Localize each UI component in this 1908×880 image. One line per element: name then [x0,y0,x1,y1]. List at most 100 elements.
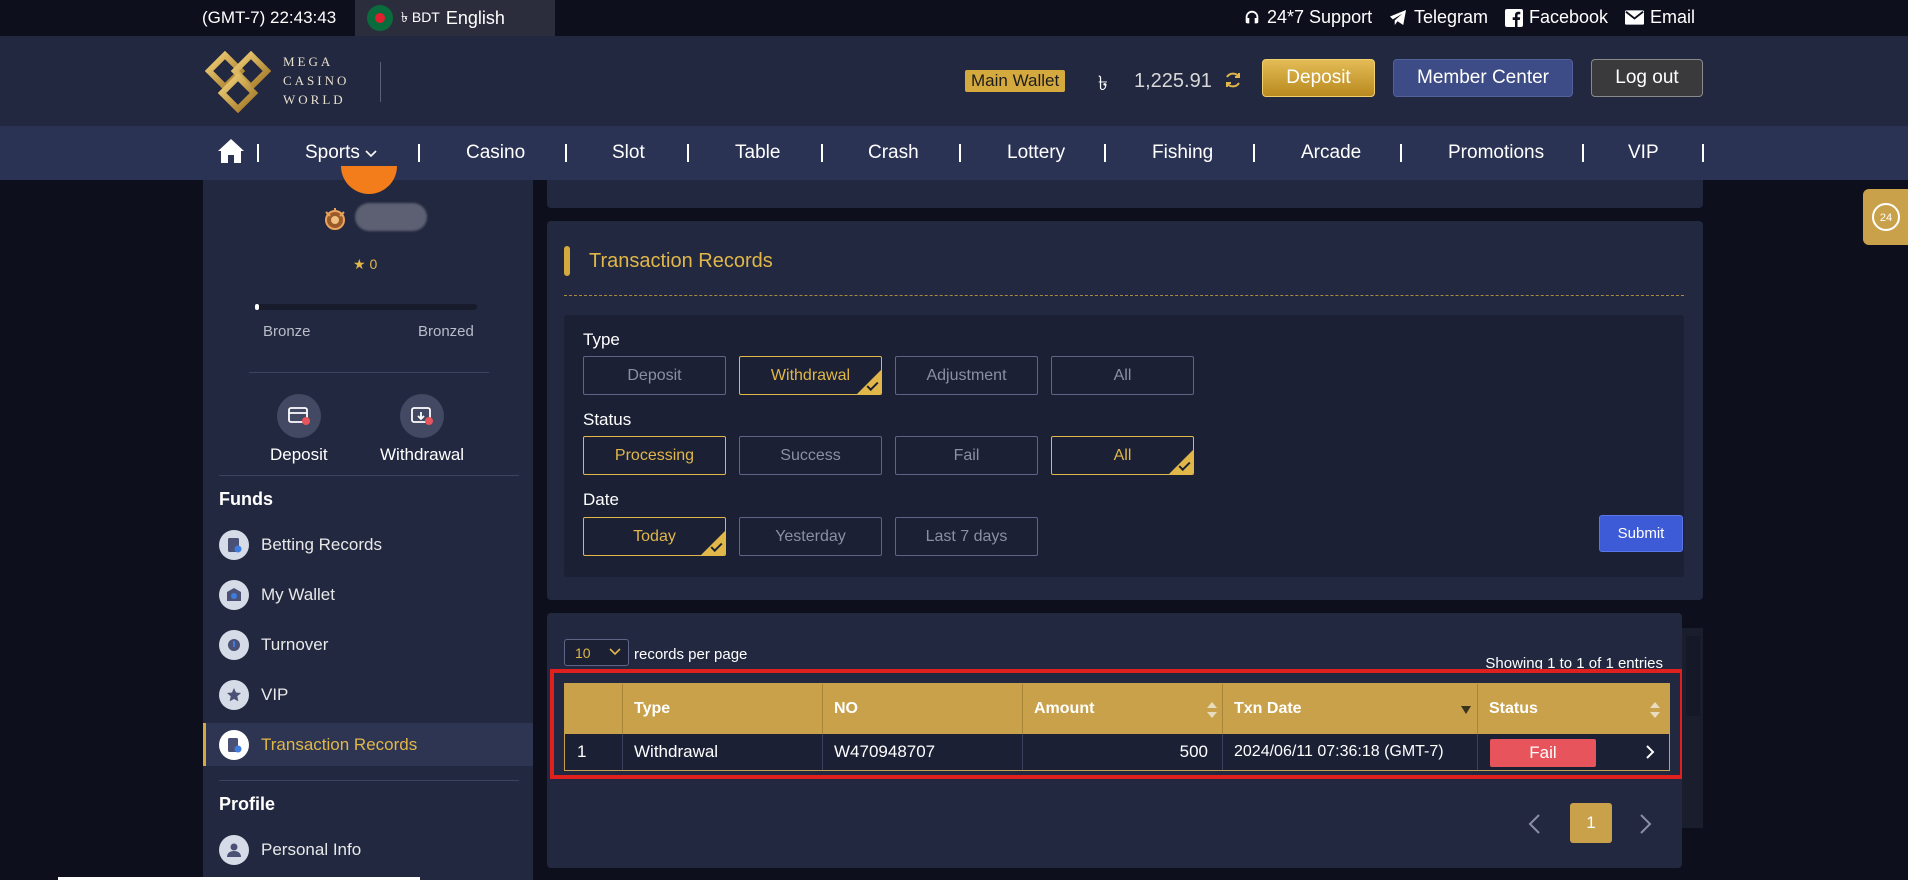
level-progress-fill [255,304,259,310]
nav-item-fishing[interactable]: Fishing [1152,142,1213,164]
nav-item-sports[interactable]: Sports [305,142,377,164]
sort-icon[interactable] [1650,702,1660,718]
nav-separator [959,144,961,162]
telegram-label: Telegram [1414,7,1489,27]
date-chip-today[interactable]: Today [583,517,726,556]
currency-symbol: ৳ [1098,73,1108,95]
filter-panel: Type Deposit Withdrawal Adjustment All S… [564,315,1684,577]
sidebar-item-my-wallet[interactable]: My Wallet [203,573,533,616]
nav-separator [1702,144,1704,162]
refresh-icon[interactable] [1223,70,1243,90]
chevron-right-icon[interactable] [1645,744,1655,760]
pager-next-icon[interactable] [1639,813,1653,835]
nav-item-casino[interactable]: Casino [466,142,525,164]
avatar[interactable] [341,166,397,194]
telegram-link[interactable]: Telegram [1389,7,1488,28]
personal-info-icon [219,834,249,865]
cell-txn-date: 2024/06/11 07:36:18 (GMT-7) [1234,743,1444,760]
scrollbar-thumb[interactable] [1686,636,1700,716]
sidebar-item-transaction-records[interactable]: Transaction Records [203,723,533,766]
cell-amount: 500 [1179,742,1208,761]
pager-prev-icon[interactable] [1527,813,1541,835]
facebook-label: Facebook [1529,7,1609,27]
nav-item-crash[interactable]: Crash [868,142,919,164]
filter-card: Transaction Records Type Deposit Withdra… [547,221,1703,600]
facebook-link[interactable]: Facebook [1505,7,1608,28]
type-chip-deposit[interactable]: Deposit [583,356,726,395]
wallet-icon [219,579,249,610]
column-header-status[interactable]: Status [1477,684,1669,734]
chevron-down-icon [365,150,377,158]
sidebar-item-vip[interactable]: VIP [203,673,533,716]
nav-item-vip[interactable]: VIP [1628,142,1659,164]
nav-separator [1400,144,1402,162]
status-chip-all[interactable]: All [1051,436,1194,475]
sidebar-item-personal-info[interactable]: Personal Info [203,828,533,871]
nav-item-table[interactable]: Table [735,142,780,164]
support-link[interactable]: 24*7 Support [1243,7,1372,28]
transaction-records-icon [219,729,249,760]
header: MEGA CASINO WORLD Main Wallet ৳ 1,225.91… [0,36,1908,126]
home-icon[interactable] [217,138,245,164]
clock: (GMT-7) 22:43:43 [202,8,337,27]
status-chip-success[interactable]: Success [739,436,882,475]
support-24-icon: 24 [1871,203,1900,231]
type-chip-withdrawal[interactable]: Withdrawal [739,356,882,395]
vip-level: ★ 0 [353,256,378,272]
sidebar-item-betting-records[interactable]: Betting Records [203,523,533,566]
logo-divider [380,62,381,102]
member-center-button[interactable]: Member Center [1393,59,1573,97]
status-chip-fail[interactable]: Fail [895,436,1038,475]
deposit-icon [276,394,321,438]
column-header-type[interactable]: Type [622,684,822,734]
column-header-amount[interactable]: Amount [1022,684,1222,734]
nav-separator [1582,144,1584,162]
column-header-no[interactable]: NO [822,684,1022,734]
facebook-icon [1505,8,1523,27]
status-chip-processing[interactable]: Processing [583,436,726,475]
quick-withdrawal-button[interactable]: Withdrawal [380,394,464,465]
email-icon [1625,10,1644,25]
language-selector[interactable]: ৳ BDT English [355,0,555,36]
per-page-select[interactable]: 10 [564,639,629,666]
cell-type: Withdrawal [634,742,719,761]
profile-heading: Profile [219,794,276,814]
column-header-txn-date[interactable]: Txn Date [1222,684,1477,734]
next-level-label: Bronzed [418,323,474,340]
top-bar: (GMT-7) 22:43:43 ৳ BDT English 24*7 Supp… [0,0,1908,36]
logout-button[interactable]: Log out [1591,59,1703,97]
withdrawal-icon [400,394,445,438]
mega-casino-world-logo-icon[interactable] [205,51,271,113]
date-chip-yesterday[interactable]: Yesterday [739,517,882,556]
telegram-icon [1390,9,1407,26]
nav-separator [257,144,259,162]
table-row[interactable]: 1 Withdrawal W470948707 500 2024/06/11 0… [565,734,1669,770]
divider [219,475,519,476]
sidebar-item-turnover[interactable]: Turnover [203,623,533,666]
main-nav: Sports Casino Slot Table Crash Lottery F… [0,126,1908,180]
status-label: Status [583,410,632,429]
per-page-label: records per page [634,646,748,663]
nav-separator [1253,144,1255,162]
type-chip-adjustment[interactable]: Adjustment [895,356,1038,395]
betting-records-icon [219,529,249,560]
wallet-balance: 1,225.91 [1134,70,1212,92]
sidebar: ★ 0 Bronze Bronzed Deposit Withdrawal Fu… [203,166,533,880]
submit-button[interactable]: Submit [1599,515,1683,552]
nav-item-lottery[interactable]: Lottery [1007,142,1065,164]
date-chip-last-7-days[interactable]: Last 7 days [895,517,1038,556]
support-24-button[interactable]: 24 [1863,189,1908,245]
quick-deposit-button[interactable]: Deposit [270,394,328,465]
support-label: 24*7 Support [1267,7,1373,27]
column-separator [1477,734,1478,770]
bangladesh-flag-icon [367,5,393,31]
sort-desc-icon[interactable] [1461,706,1471,714]
nav-item-arcade[interactable]: Arcade [1301,142,1361,164]
email-link[interactable]: Email [1625,7,1695,28]
sort-icon[interactable] [1207,702,1217,718]
deposit-button[interactable]: Deposit [1262,59,1375,97]
type-chip-all[interactable]: All [1051,356,1194,395]
pager-page-button[interactable]: 1 [1570,803,1612,843]
nav-item-promotions[interactable]: Promotions [1448,142,1544,164]
nav-item-slot[interactable]: Slot [612,142,645,164]
